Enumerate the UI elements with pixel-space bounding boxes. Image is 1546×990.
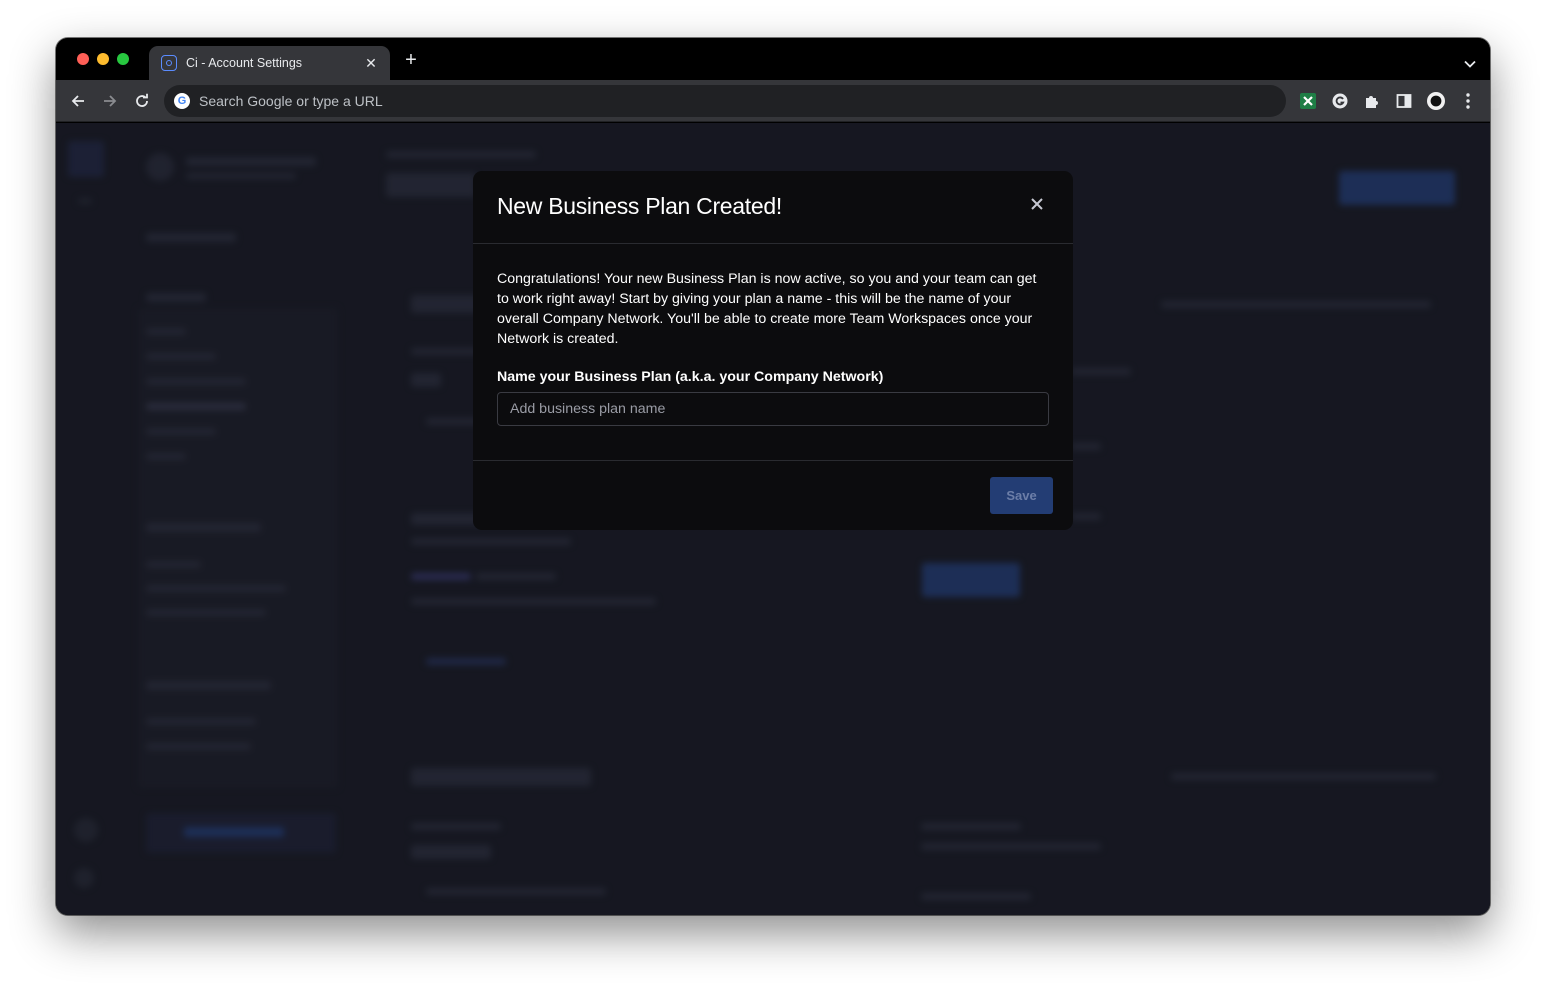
modal-description: Congratulations! Your new Business Plan …: [497, 271, 1037, 347]
close-icon[interactable]: [1028, 195, 1046, 213]
omnibox-placeholder: Search Google or type a URL: [199, 93, 383, 109]
page-content: New Business Plan Created! Congratulatio…: [56, 123, 1490, 915]
back-arrow-icon[interactable]: [68, 91, 88, 111]
puzzle-extensions-icon[interactable]: [1363, 92, 1381, 110]
tab-strip: Ci - Account Settings ✕ +: [56, 38, 1490, 80]
modal-title: New Business Plan Created!: [497, 193, 782, 219]
minimize-window-button[interactable]: [97, 53, 109, 65]
tab-list-chevron-icon[interactable]: [1464, 55, 1476, 73]
browser-window: Ci - Account Settings ✕ + G Search Googl…: [56, 38, 1490, 915]
google-icon: G: [174, 93, 190, 109]
modal-header: New Business Plan Created!: [473, 171, 1073, 244]
excel-extension-icon[interactable]: [1299, 92, 1317, 110]
business-plan-name-input[interactable]: [497, 392, 1049, 426]
new-tab-button[interactable]: +: [402, 50, 420, 70]
reload-icon[interactable]: [132, 91, 152, 111]
maximize-window-button[interactable]: [117, 53, 129, 65]
forward-arrow-icon[interactable]: [100, 91, 120, 111]
omnibox[interactable]: G Search Google or type a URL: [164, 85, 1286, 117]
business-plan-name-label: Name your Business Plan (a.k.a. your Com…: [497, 369, 884, 385]
browser-menu-icon[interactable]: [1459, 92, 1477, 110]
browser-tab[interactable]: Ci - Account Settings ✕: [149, 46, 390, 80]
grammarly-icon[interactable]: [1331, 92, 1349, 110]
ci-favicon-icon: [161, 55, 177, 71]
profile-avatar[interactable]: [1427, 92, 1445, 110]
tab-close-icon[interactable]: ✕: [360, 55, 382, 72]
browser-toolbar: G Search Google or type a URL: [56, 80, 1490, 122]
close-window-button[interactable]: [77, 53, 89, 65]
new-business-plan-modal: New Business Plan Created! Congratulatio…: [473, 171, 1073, 530]
tab-title: Ci - Account Settings: [186, 56, 303, 70]
save-button[interactable]: Save: [990, 477, 1053, 514]
modal-body: Congratulations! Your new Business Plan …: [473, 244, 1073, 461]
modal-footer: Save: [473, 461, 1073, 529]
side-panel-icon[interactable]: [1395, 92, 1413, 110]
